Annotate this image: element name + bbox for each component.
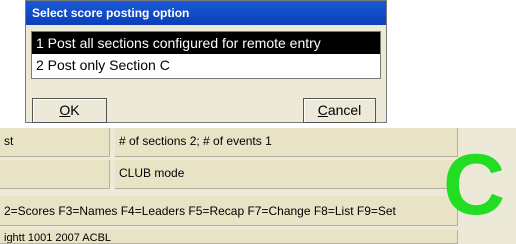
cancel-label: ancel: [327, 102, 362, 118]
cancel-mnemonic: C: [317, 102, 328, 118]
posting-options-list[interactable]: 1 Post all sections configured for remot…: [31, 31, 381, 79]
status-cell-left-1: st: [0, 128, 110, 157]
ok-mnemonic: O: [59, 102, 71, 118]
status-cell-left-2: [0, 160, 110, 189]
copyright-line: ightt 1001 2007 ACBL: [0, 230, 458, 244]
score-posting-dialog: Select score posting option 1 Post all s…: [25, 0, 387, 123]
function-key-legend: 2=Scores F3=Names F4=Leaders F5=Recap F7…: [0, 196, 458, 226]
option-post-section-c[interactable]: 2 Post only Section C: [32, 54, 380, 76]
mode-info: CLUB mode: [115, 160, 458, 189]
ok-button[interactable]: OK: [32, 98, 107, 123]
section-letter: C: [443, 137, 506, 233]
dialog-title: Select score posting option: [26, 1, 386, 25]
sections-events-info: # of sections 2; # of events 1: [115, 128, 458, 157]
option-post-all[interactable]: 1 Post all sections configured for remot…: [32, 32, 380, 54]
ok-label: K: [70, 102, 80, 118]
cancel-button[interactable]: Cancel: [303, 98, 376, 123]
